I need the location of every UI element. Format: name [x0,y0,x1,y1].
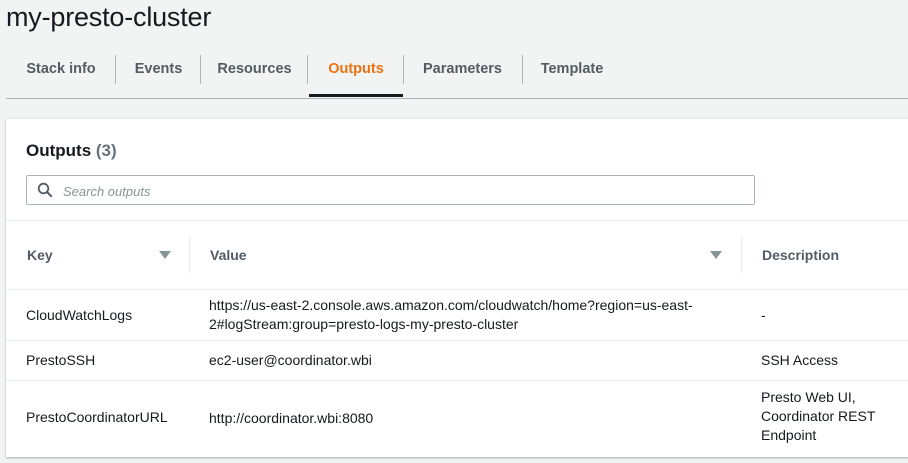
output-key: PrestoSSH [26,352,96,368]
tab-stack-info[interactable]: Stack info [6,42,116,97]
sort-down-icon[interactable] [159,251,171,259]
output-value-line: https://us-east-2.console.aws.amazon.com… [209,297,693,313]
outputs-title: Outputs (3) [26,141,117,161]
outputs-header: Outputs (3) [6,119,908,221]
tab-bar: Stack info Events Resources Outputs Para… [6,42,908,99]
output-value: https://us-east-2.console.aws.amazon.com… [209,296,739,334]
output-value: http://coordinator.wbi:8080 [209,410,374,426]
column-divider [741,237,742,273]
tab-divider [307,55,308,84]
search-icon [37,182,53,198]
output-description-line: Presto Web UI, [761,389,856,405]
page-title: my-presto-cluster [6,2,212,32]
output-value: ec2-user@coordinator.wbi [209,352,372,368]
tab-outputs[interactable]: Outputs [309,42,403,97]
output-description-line: Coordinator REST [761,408,876,424]
tab-resources[interactable]: Resources [201,42,308,97]
column-header-value[interactable]: Value [210,221,247,289]
table-header: Key Value Description [6,221,908,290]
output-description: Presto Web UI, Coordinator REST Endpoint [761,388,901,445]
tab-events[interactable]: Events [116,42,201,97]
output-key: CloudWatchLogs [26,307,133,323]
table-row: PrestoSSH ec2-user@coordinator.wbi SSH A… [6,341,908,381]
output-key: PrestoCoordinatorURL [26,409,168,425]
tab-parameters[interactable]: Parameters [404,42,521,97]
output-description: - [761,307,766,323]
search-input[interactable] [61,179,745,203]
column-header-description[interactable]: Description [762,221,839,289]
output-value-line: 2#logStream:group=presto-logs-my-presto-… [209,316,519,332]
sort-down-icon[interactable] [710,251,722,259]
output-description: SSH Access [761,352,839,368]
table-row: PrestoCoordinatorURL http://coordinator.… [6,381,908,456]
output-description-line: Endpoint [761,427,817,443]
column-divider [189,237,190,273]
column-header-key[interactable]: Key [27,221,53,289]
tab-template[interactable]: Template [523,42,621,97]
outputs-panel: Outputs (3) Key Value Description CloudW… [6,118,908,457]
outputs-title-text: Outputs [26,141,92,160]
table-row: CloudWatchLogs https://us-east-2.console… [6,290,908,341]
search-box[interactable] [26,175,755,205]
outputs-count: (3) [95,141,117,160]
